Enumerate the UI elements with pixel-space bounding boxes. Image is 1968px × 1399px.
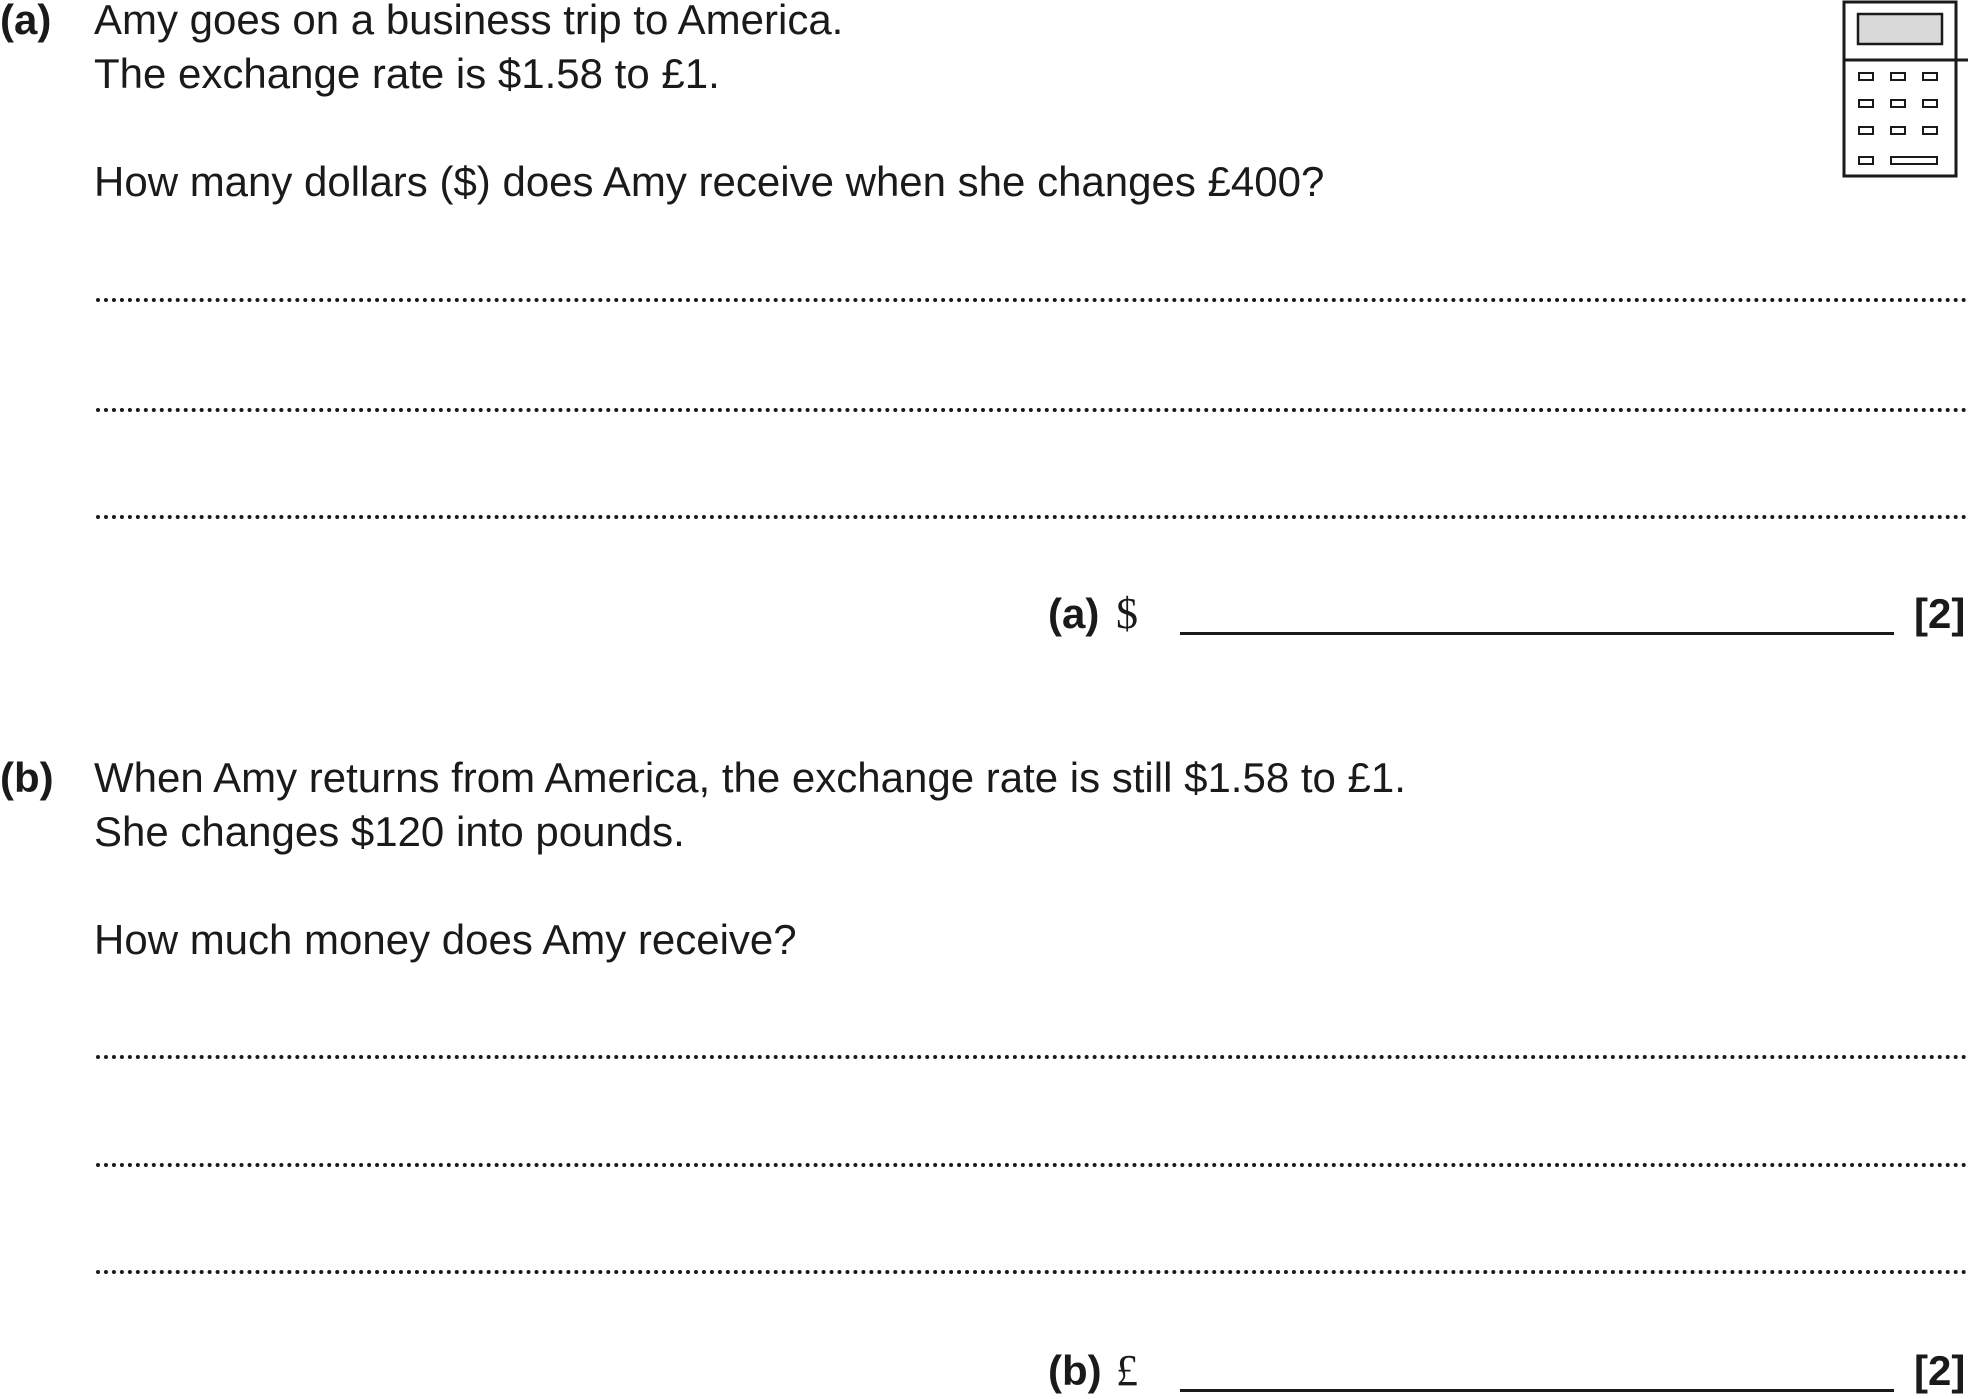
working-line[interactable] [96,1270,1968,1274]
part-a-line-2: The exchange rate is $1.58 to £1. [94,50,720,97]
answer-row-a: (a) $ [2] [0,588,1968,640]
answer-unit-pound: £ [1116,1346,1138,1395]
working-line[interactable] [96,1055,1968,1059]
answer-label-b: (b) [1048,1347,1102,1394]
part-a-line-1: Amy goes on a business trip to America. [94,0,844,43]
answer-row-b: (b) £ [2] [0,1345,1968,1397]
calculator-icon [1842,0,1968,178]
answer-unit-dollar: $ [1116,589,1138,638]
answer-field-b[interactable] [1180,1389,1894,1392]
working-line[interactable] [96,515,1968,519]
working-line[interactable] [96,1163,1968,1167]
part-b-line-1: When Amy returns from America, the excha… [94,754,1406,801]
part-b-question: How much money does Amy receive? [94,916,797,963]
working-line[interactable] [96,298,1968,302]
part-b-line-2: She changes $120 into pounds. [94,808,685,855]
part-a-question: How many dollars ($) does Amy receive wh… [94,158,1325,205]
part-a-label: (a) [0,0,52,43]
working-line[interactable] [96,408,1968,412]
answer-label-a: (a) [1048,590,1100,637]
marks-a: [2] [1914,590,1966,637]
part-b-label: (b) [0,754,54,801]
answer-field-a[interactable] [1180,632,1894,635]
marks-b: [2] [1914,1347,1966,1394]
